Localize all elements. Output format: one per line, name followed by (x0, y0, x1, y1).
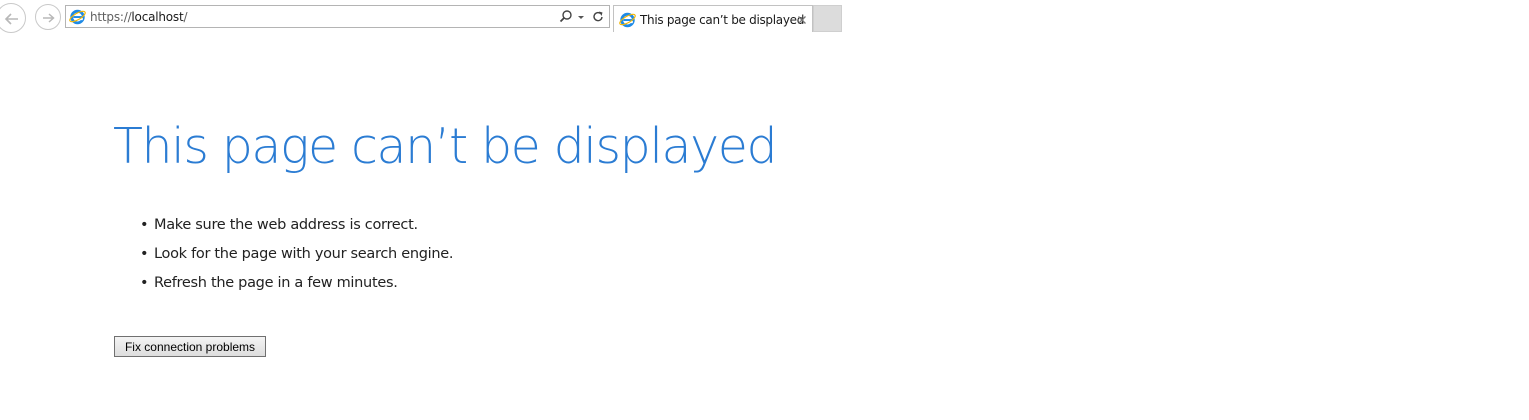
address-bar[interactable]: https://localhost/ (65, 5, 610, 28)
suggestion-text: Look for the page with your search engin… (154, 246, 454, 262)
back-arrow-icon (4, 13, 18, 25)
forward-button[interactable] (35, 4, 61, 30)
list-item: • Refresh the page in a few minutes. (140, 274, 453, 303)
page-title: This page can’t be displayed (113, 118, 778, 175)
url-host: localhost (131, 10, 184, 24)
fix-connection-problems-button[interactable]: Fix connection problems (114, 336, 266, 357)
new-tab-button[interactable] (813, 5, 842, 32)
chevron-down-icon[interactable] (576, 9, 586, 24)
address-url[interactable]: https://localhost/ (90, 10, 188, 24)
ie-logo-icon (69, 9, 86, 25)
forward-arrow-icon (43, 13, 55, 23)
search-icon[interactable] (559, 9, 573, 24)
ie-logo-icon (619, 12, 636, 28)
suggestions-list: • Make sure the web address is correct. •… (140, 216, 453, 303)
back-button[interactable] (0, 3, 26, 33)
url-scheme: https:// (90, 10, 132, 24)
list-item: • Look for the page with your search engi… (140, 245, 453, 274)
bullet: • (140, 217, 149, 233)
list-item: • Make sure the web address is correct. (140, 216, 453, 245)
suggestion-text: Refresh the page in a few minutes. (154, 275, 398, 291)
tab-title: This page can’t be displayed (640, 13, 805, 27)
bullet: • (140, 246, 149, 262)
refresh-icon[interactable] (591, 9, 605, 24)
bullet: • (140, 275, 149, 291)
close-icon[interactable] (797, 15, 807, 25)
suggestion-text: Make sure the web address is correct. (154, 217, 418, 233)
tab-active[interactable]: This page can’t be displayed (613, 5, 813, 32)
browser-chrome: https://localhost/ This page can’t be di… (0, 0, 1529, 36)
url-path: / (183, 10, 188, 24)
